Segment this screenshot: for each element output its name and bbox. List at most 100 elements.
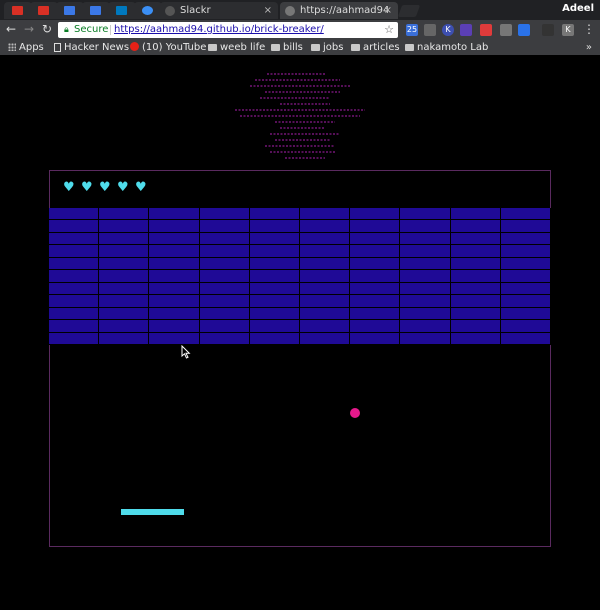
bookmark-bills[interactable]: bills: [271, 40, 303, 55]
menu-icon[interactable]: ⋮: [582, 22, 596, 36]
brick: [99, 245, 150, 258]
tab-trello[interactable]: [108, 2, 136, 19]
calendar-icon: [90, 6, 101, 15]
brick: [249, 332, 300, 345]
forward-icon[interactable]: →: [22, 22, 36, 36]
brick: [500, 282, 551, 296]
tab-title: https://aahmad94: [300, 5, 390, 16]
tab-calendar-2[interactable]: [82, 2, 110, 19]
brick: [300, 257, 351, 271]
bookmarks-overflow-chevron[interactable]: »: [586, 40, 592, 55]
paddle[interactable]: [121, 509, 184, 515]
brick-wall: [49, 208, 551, 345]
tab-gmail-1[interactable]: [4, 2, 32, 19]
brick: [300, 307, 351, 321]
brick: [450, 282, 501, 296]
tab-gmail-2[interactable]: [30, 2, 58, 19]
bookmark-label: Hacker News: [64, 42, 130, 53]
brick: [500, 270, 551, 283]
brick: [350, 257, 401, 271]
brick: [149, 295, 200, 308]
bookmark-apps[interactable]: Apps: [8, 40, 44, 55]
brick: [99, 282, 150, 296]
brick: [249, 232, 300, 246]
bookmark-label: (10) YouTube: [142, 42, 207, 53]
bookmark-jobs[interactable]: jobs: [311, 40, 343, 55]
extension-badge-icon[interactable]: 25: [406, 24, 418, 36]
brick: [99, 270, 150, 283]
brick: [249, 295, 300, 308]
brick: [500, 245, 551, 258]
gmail-icon: [38, 6, 49, 15]
brick: [49, 245, 100, 258]
tab-brick-breaker[interactable]: https://aahmad94 ×: [280, 2, 398, 19]
brick: [450, 257, 501, 271]
brick: [450, 307, 501, 321]
blue-extension-icon[interactable]: [518, 24, 530, 36]
brick: [99, 208, 150, 221]
apps-grid-icon: [8, 43, 16, 51]
brick: [300, 220, 351, 233]
bookmark-articles[interactable]: articles: [351, 40, 400, 55]
brick: [49, 208, 100, 221]
brick: [149, 282, 200, 296]
back-icon[interactable]: ←: [4, 22, 18, 36]
brick: [199, 257, 250, 271]
bookmark-weeb-life[interactable]: weeb life: [208, 40, 265, 55]
brick: [99, 295, 150, 308]
camera-icon[interactable]: [500, 24, 512, 36]
brick: [99, 257, 150, 271]
brick: [249, 320, 300, 333]
k-app-icon[interactable]: K: [562, 24, 574, 36]
brick: [400, 245, 451, 258]
lock-icon: 🔒︎: [64, 25, 69, 35]
bookmark-hacker-news[interactable]: Hacker News: [54, 40, 129, 55]
bookmark-label: bills: [283, 42, 303, 53]
red-extension-icon[interactable]: [480, 24, 492, 36]
brick: [400, 332, 451, 345]
bookmarks-bar: Apps Hacker News (10) YouTube weeb life …: [0, 40, 600, 55]
tab-calendar-1[interactable]: [56, 2, 84, 19]
brick: [350, 245, 401, 258]
brick: [199, 232, 250, 246]
brick: [450, 208, 501, 221]
k-extension-icon[interactable]: K: [442, 24, 454, 36]
feather-icon[interactable]: [460, 24, 472, 36]
brick: [500, 320, 551, 333]
tab-slackr[interactable]: Slackr ×: [160, 2, 278, 19]
brick: [149, 332, 200, 345]
brick: [199, 208, 250, 221]
profile-name[interactable]: Adeel: [562, 3, 594, 14]
bookmark-label: articles: [363, 42, 400, 53]
bookmark-star-icon[interactable]: ☆: [384, 22, 394, 38]
brick: [199, 307, 250, 321]
brick: [300, 270, 351, 283]
brick: [199, 270, 250, 283]
brick: [199, 245, 250, 258]
close-tab-icon[interactable]: ×: [384, 2, 392, 19]
bookmark-youtube[interactable]: (10) YouTube: [130, 40, 206, 55]
dark-extension-icon[interactable]: [542, 24, 554, 36]
close-tab-icon[interactable]: ×: [264, 2, 272, 19]
brick: [350, 270, 401, 283]
brick: [149, 208, 200, 221]
pocket-icon[interactable]: [424, 24, 436, 36]
tab-messenger[interactable]: [134, 2, 162, 19]
reload-icon[interactable]: ↻: [40, 22, 54, 36]
brick: [199, 320, 250, 333]
page-icon: [285, 6, 295, 16]
ascii-art-title: [235, 73, 365, 159]
new-tab-button[interactable]: [397, 5, 421, 17]
brick: [99, 320, 150, 333]
url-text[interactable]: https://aahmad94.github.io/brick-breaker…: [114, 22, 324, 38]
bookmark-label: weeb life: [220, 42, 266, 53]
brick: [199, 282, 250, 296]
gmail-icon: [12, 6, 23, 15]
brick: [249, 282, 300, 296]
address-bar[interactable]: 🔒︎ Secure https://aahmad94.github.io/bri…: [58, 22, 398, 38]
brick: [500, 332, 551, 345]
ball: [350, 408, 360, 418]
brick: [249, 307, 300, 321]
folder-icon: [271, 44, 280, 51]
bookmark-nakamoto-lab[interactable]: nakamoto Lab: [405, 40, 488, 55]
